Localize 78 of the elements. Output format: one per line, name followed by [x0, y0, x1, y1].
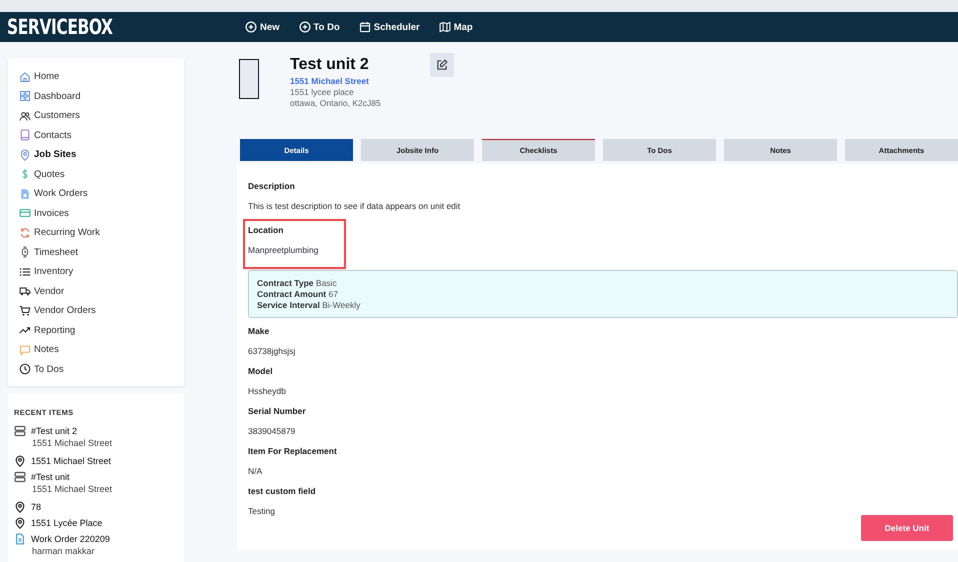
job-site-link[interactable]: 1551 Michael Street — [290, 76, 381, 86]
location-pin-icon — [14, 455, 26, 467]
nav-link[interactable]: New — [245, 21, 280, 33]
sidebar-item[interactable]: Job Sites — [19, 145, 184, 164]
grid-icon — [19, 90, 31, 102]
recent-item-link[interactable]: 1551 Michael Street — [31, 456, 112, 466]
recent-item-subtitle: 1551 Michael Street — [32, 484, 114, 496]
field-value: Hssheydb — [248, 386, 286, 398]
sidebar-item[interactable]: Customers — [19, 106, 184, 126]
sidebar-item[interactable]: Contacts — [19, 126, 184, 145]
recent-item-subtitle: 1551 Michael Street — [32, 438, 114, 450]
contract-detail: Contract Amount 67 — [257, 289, 339, 299]
location-pin-icon — [14, 501, 26, 513]
sidebar-item[interactable]: Timesheet — [19, 242, 184, 262]
card-icon — [19, 207, 31, 220]
document-icon — [19, 188, 31, 200]
home-icon — [19, 70, 31, 83]
truck-icon — [19, 285, 31, 298]
plus-circle-icon — [245, 21, 257, 33]
recent-item-link[interactable]: 1551 Lycée Place — [31, 518, 102, 528]
recent-item-link[interactable]: 78 — [31, 502, 42, 512]
field-value: N/A — [248, 466, 264, 478]
watch-icon — [19, 246, 31, 258]
field-value: This is test description to see if data appears on unit edit — [248, 201, 460, 213]
field-label: Location — [248, 225, 284, 237]
field-label: Description — [248, 181, 296, 193]
field-value: Testing — [248, 506, 276, 518]
location-pin-icon — [19, 148, 31, 161]
unit-title: Test unit 2 — [290, 56, 370, 74]
field-label: Serial Number — [248, 406, 306, 418]
field-value: 3839045879 — [248, 426, 296, 438]
field-label: Item For Replacement — [248, 446, 337, 458]
edit-icon — [436, 59, 448, 71]
server-icon — [14, 471, 26, 483]
sidebar-item[interactable]: Invoices — [19, 204, 184, 223]
field-value: Manpreetplumbing — [248, 245, 318, 257]
cart-icon — [19, 304, 31, 317]
recent-item-link[interactable]: #Test unit — [31, 472, 70, 482]
recent-item-link[interactable]: Work Order 220209 — [31, 534, 110, 544]
sidebar-item[interactable]: Reporting — [19, 320, 184, 340]
server-icon — [14, 425, 26, 437]
address-line: 1551 lycee place — [290, 87, 355, 97]
sidebar-item[interactable]: Quotes — [19, 164, 184, 184]
nav-link[interactable]: To Do — [298, 21, 340, 33]
field-value: 63738jghsjsj — [248, 346, 296, 358]
chat-bubble-icon — [19, 344, 31, 356]
map-icon — [438, 21, 451, 33]
app-logo: SERVICEBOX — [7, 15, 114, 39]
photo-placeholder — [239, 59, 259, 99]
field-label: Model — [248, 366, 274, 378]
field-label: Make — [248, 326, 270, 338]
sidebar-item[interactable]: Notes — [19, 340, 184, 360]
sidebar-item[interactable]: Vendor — [19, 282, 184, 301]
book-icon — [19, 129, 31, 142]
refresh-icon — [19, 226, 31, 239]
calendar-icon — [358, 21, 371, 33]
address-line: ottawa, Ontario, K2cJ85 — [290, 98, 381, 108]
nav-link[interactable]: Map — [438, 21, 473, 33]
recent-item-subtitle: harman makkar — [32, 546, 96, 558]
sidebar-item[interactable]: Recurring Work — [19, 223, 184, 242]
clock-icon — [19, 363, 31, 376]
nav-link[interactable]: Scheduler — [358, 21, 420, 33]
sidebar-item[interactable]: Vendor Orders — [19, 301, 184, 320]
sidebar-item[interactable]: To Dos — [19, 360, 184, 379]
document-icon — [14, 533, 26, 545]
contract-detail: Contract Type Basic — [257, 278, 338, 288]
plus-circle-icon — [298, 21, 311, 33]
sidebar-item[interactable]: Dashboard — [19, 86, 184, 106]
recent-item-link[interactable]: #Test unit 2 — [31, 426, 78, 436]
field-label: test custom field — [248, 486, 316, 498]
edit-button[interactable] — [430, 53, 454, 77]
location-pin-icon — [14, 517, 26, 529]
contract-detail: Service Interval Bi-Weekly — [257, 300, 362, 310]
people-icon — [19, 110, 31, 122]
list-icon — [19, 266, 31, 278]
sidebar-item[interactable]: Inventory — [19, 262, 184, 282]
sidebar-item[interactable]: Work Orders — [19, 184, 184, 204]
sidebar-item[interactable]: Home — [19, 67, 184, 86]
